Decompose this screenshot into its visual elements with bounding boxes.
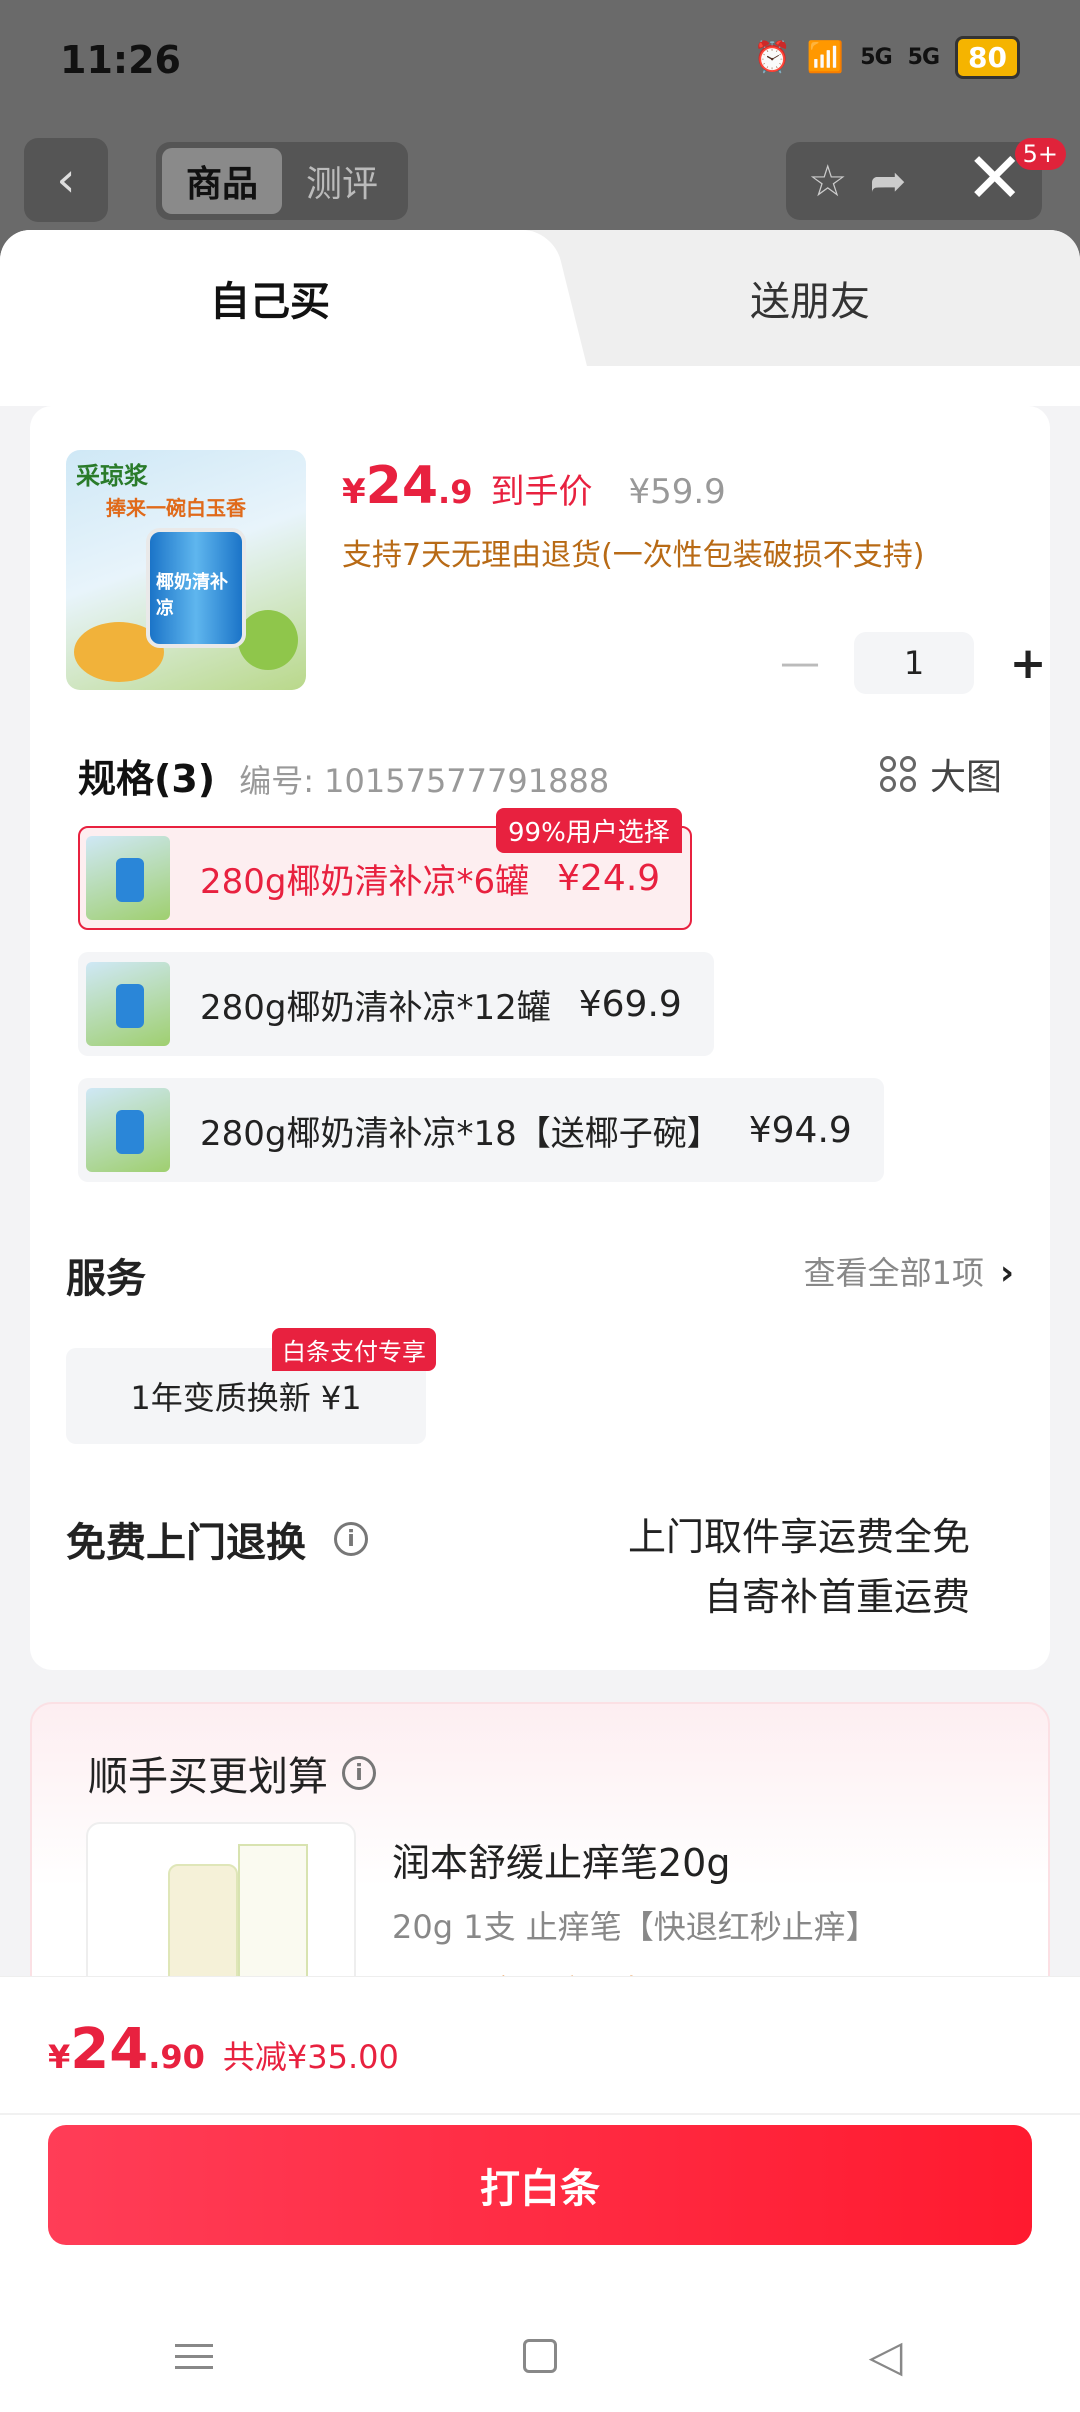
tab-review[interactable]: 测评	[282, 148, 402, 214]
total-decimal: .90	[148, 2038, 205, 2076]
quantity-stepper: — 1 +	[770, 632, 1058, 694]
spec-option-12[interactable]: 280g椰奶清补凉*12罐 ¥69.9	[78, 952, 714, 1056]
tab-gift-friend[interactable]: 送朋友	[540, 230, 1080, 366]
spec-option-thumb	[86, 836, 170, 920]
share-icon[interactable]: ➦	[869, 156, 906, 207]
footer-divider	[0, 2113, 1080, 2115]
free-return-title-label: 免费上门退换	[66, 1520, 306, 1566]
info-icon[interactable]: i	[342, 1756, 376, 1790]
alarm-icon: ⏰	[753, 40, 791, 75]
status-bar: 11:26 ⏰ 📶 5G 5G 80	[0, 0, 1080, 120]
original-price: ¥59.9	[628, 472, 726, 512]
signal-1-label: 5G	[860, 45, 892, 70]
back-icon: ‹	[56, 152, 76, 208]
product-card: 采琼浆 捧来一碗白玉香 椰奶清补凉 ¥ 24 .9 到手价 ¥59.9 支持7天…	[30, 406, 1050, 1670]
minus-icon[interactable]: —	[770, 640, 830, 686]
tab-product[interactable]: 商品	[162, 148, 282, 214]
price-row: ¥ 24 .9 到手价 ¥59.9	[342, 456, 726, 516]
menu-icon[interactable]	[134, 2343, 254, 2369]
spec-option-name: 280g椰奶清补凉*12罐	[200, 987, 551, 1028]
spec-option-price: ¥94.9	[748, 1109, 852, 1151]
signal-2-label: 5G	[907, 45, 940, 70]
service-badge: 白条支付专享	[272, 1328, 436, 1371]
big-view-button[interactable]: 大图	[879, 748, 1002, 800]
big-view-label: 大图	[929, 757, 1002, 798]
info-icon[interactable]: i	[334, 1522, 368, 1556]
star-icon[interactable]: ☆	[808, 156, 847, 207]
back-button[interactable]: ‹	[24, 138, 108, 222]
popular-badge: 99%用户选择	[496, 808, 682, 853]
total-discount: 共减¥35.00	[222, 2038, 399, 2076]
spec-title: 规格(3)	[78, 757, 216, 801]
price-integer: 24	[365, 456, 439, 516]
product-code: 编号: 10157577791888	[239, 762, 610, 800]
total-price: ¥ 24 .90 共减¥35.00	[48, 2017, 399, 2082]
tab-buy-self-label: 自己买	[210, 279, 330, 325]
notification-badge: 5+	[1014, 138, 1066, 170]
free-return-line2: 自寄补首重运费	[703, 1575, 970, 1619]
grid-icon	[879, 756, 916, 792]
total-integer: 24	[70, 2017, 149, 2082]
free-return-line1: 上门取件享运费全免	[627, 1515, 970, 1559]
product-image-slogan: 捧来一碗白玉香	[106, 496, 246, 520]
nav-back-icon[interactable]: ◁	[826, 2331, 946, 2382]
spec-option-18[interactable]: 280g椰奶清补凉*18【送椰子碗】 ¥94.9	[78, 1078, 884, 1182]
product-image-can: 椰奶清补凉	[146, 528, 246, 648]
spec-option-name: 280g椰奶清补凉*18【送椰子碗】	[200, 1113, 721, 1154]
bundle-item-name[interactable]: 润本舒缓止痒笔20g	[392, 1832, 730, 1887]
price-currency: ¥	[342, 472, 366, 512]
status-icons: ⏰ 📶 5G 5G 80	[754, 36, 1020, 79]
bundle-item-spec: 20g 1支 止痒笔【快退红秒止痒】	[392, 1908, 878, 1946]
tab-buy-self[interactable]: 自己买	[0, 230, 540, 366]
page-tab-switch: 商品 测评	[156, 142, 408, 220]
product-image-brand: 采琼浆	[76, 462, 148, 490]
chevron-right-icon: ›	[999, 1253, 1014, 1293]
price-label: 到手价	[490, 472, 593, 512]
page-top-bar: ‹ 商品 测评 ☆ ➦ ✕ 5+	[0, 138, 1080, 224]
product-image-fruit	[238, 610, 298, 670]
service-title: 服务	[66, 1256, 146, 1302]
spec-option-thumb	[86, 1088, 170, 1172]
product-image[interactable]: 采琼浆 捧来一碗白玉香 椰奶清补凉	[66, 450, 306, 690]
plus-icon[interactable]: +	[998, 638, 1058, 689]
battery-indicator: 80	[955, 36, 1020, 79]
bundle-title-label: 顺手买更划算	[88, 1754, 328, 1800]
spec-option-price: ¥69.9	[578, 983, 682, 1025]
price-decimal: .9	[438, 473, 473, 511]
tab-fill	[0, 366, 1080, 406]
purchase-tabs: 自己买 送朋友	[0, 230, 1080, 366]
system-nav-bar: ◁	[0, 2300, 1080, 2412]
spec-option-price: ¥24.9	[557, 857, 661, 899]
total-currency: ¥	[48, 2038, 71, 2076]
bundle-title: 顺手买更划算 i	[88, 1744, 376, 1802]
return-policy: 支持7天无理由退货(一次性包装破损不支持)	[342, 538, 925, 573]
home-icon[interactable]	[522, 2339, 557, 2373]
pay-button[interactable]: 打白条	[48, 2125, 1032, 2245]
spec-header: 规格(3) 编号: 10157577791888	[78, 748, 609, 803]
service-view-all[interactable]: 查看全部1项 ›	[804, 1248, 1014, 1294]
service-view-all-label: 查看全部1项	[803, 1254, 984, 1292]
status-time: 11:26	[60, 38, 181, 82]
spec-option-name: 280g椰奶清补凉*6罐	[200, 861, 530, 902]
quantity-input[interactable]: 1	[854, 632, 974, 694]
free-return-title: 免费上门退换 i	[66, 1510, 368, 1568]
product-image-can-label: 椰奶清补凉	[156, 572, 228, 619]
wifi-icon: 📶	[806, 40, 845, 75]
spec-option-thumb	[86, 962, 170, 1046]
